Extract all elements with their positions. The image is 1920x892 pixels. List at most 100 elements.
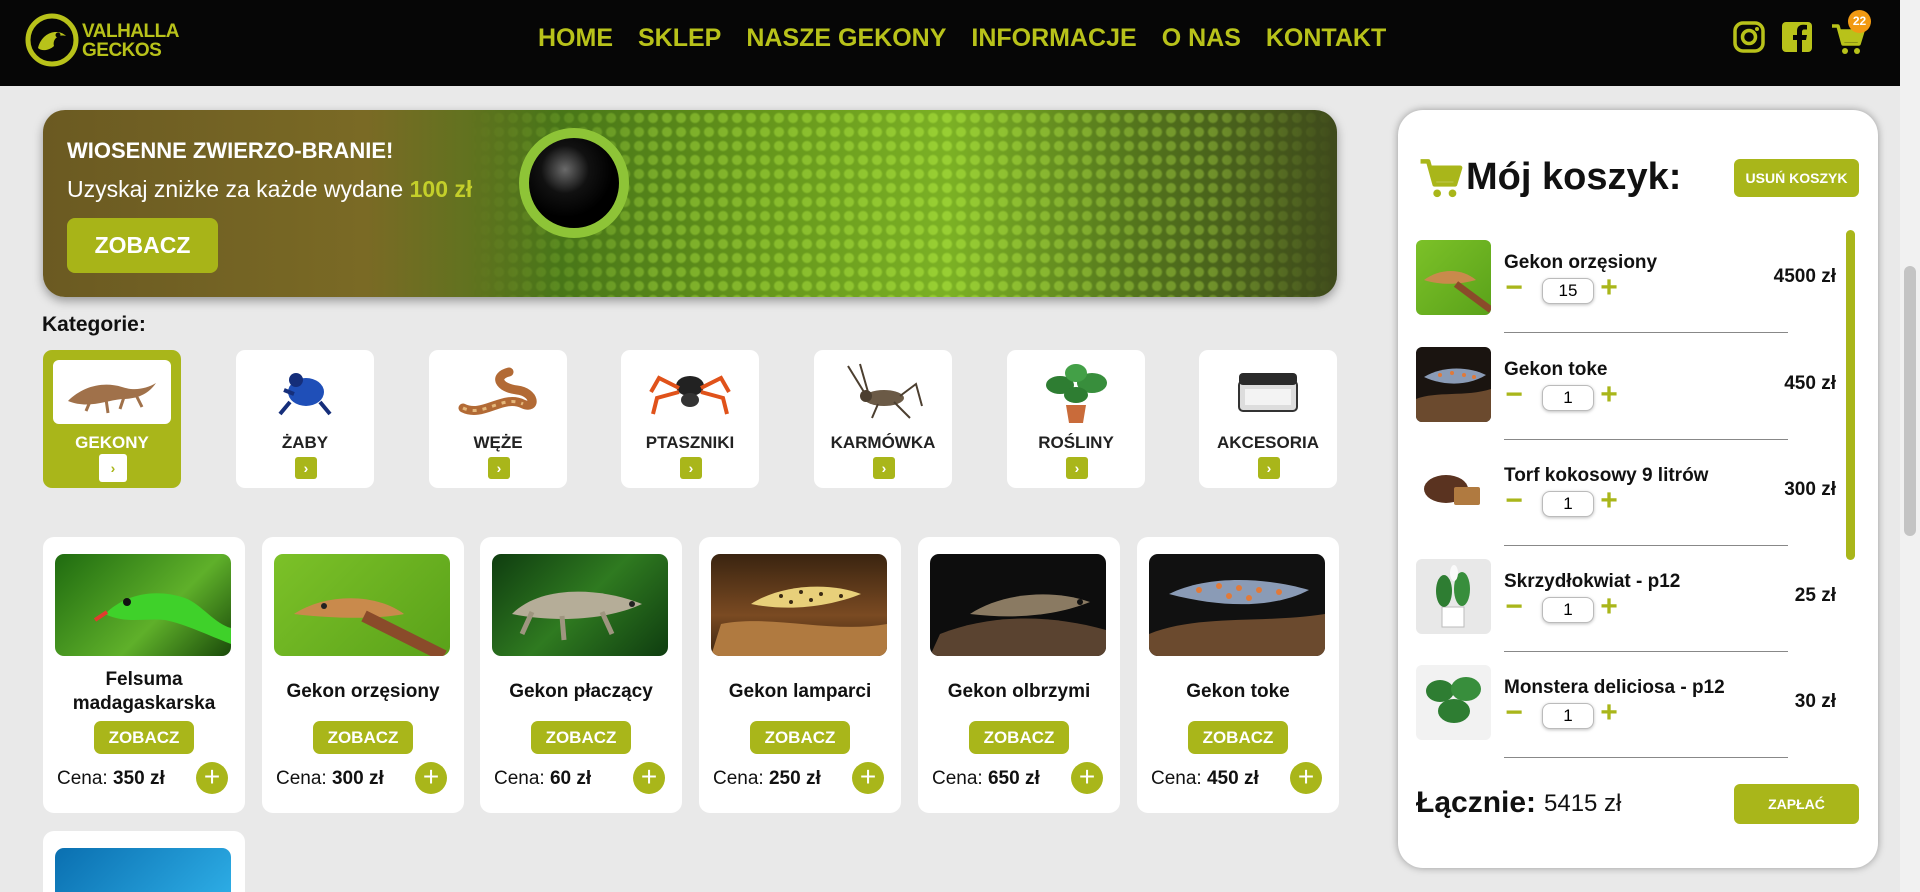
product-card: Gekon olbrzymi ZOBACZ Cena: 650 zł + xyxy=(918,537,1120,813)
clear-cart-button[interactable]: USUŃ KOSZYK xyxy=(1734,159,1859,197)
tarantula-thumbnail xyxy=(631,360,749,424)
cart-item-image xyxy=(1416,665,1491,740)
top-navbar: VALHALLA GECKOS HOME SKLEP NASZE GEKONY … xyxy=(0,0,1900,86)
quantity-input[interactable] xyxy=(1542,597,1594,623)
increase-qty-icon[interactable]: + xyxy=(1596,273,1622,303)
nav-informacje[interactable]: INFORMACJE xyxy=(971,24,1136,53)
pay-button[interactable]: ZAPŁAĆ xyxy=(1734,784,1859,824)
chevron-right-icon[interactable]: › xyxy=(99,454,127,482)
zobacz-button[interactable]: ZOBACZ xyxy=(969,721,1069,754)
cart-item: Gekon orzęsiony − + 4500 zł xyxy=(1416,240,1836,346)
divider xyxy=(1504,651,1788,652)
nav-o-nas[interactable]: O NAS xyxy=(1162,24,1241,53)
terrarium-thumbnail xyxy=(1209,360,1327,424)
add-to-cart-icon[interactable]: + xyxy=(1071,762,1103,794)
add-to-cart-icon[interactable]: + xyxy=(415,762,447,794)
product-image[interactable] xyxy=(492,554,668,656)
product-price: Cena: 350 zł xyxy=(57,768,165,789)
quantity-input[interactable] xyxy=(1542,385,1594,411)
increase-qty-icon[interactable]: + xyxy=(1596,486,1622,516)
product-image[interactable] xyxy=(274,554,450,656)
category-rosliny[interactable]: ROŚLINY › xyxy=(1007,350,1145,488)
product-card: Gekon toke ZOBACZ Cena: 450 zł + xyxy=(1137,537,1339,813)
chevron-right-icon[interactable]: › xyxy=(1258,457,1280,479)
zobacz-button[interactable]: ZOBACZ xyxy=(94,721,194,754)
product-image[interactable] xyxy=(711,554,887,656)
cart-item-image xyxy=(1416,240,1491,315)
cricket-thumbnail xyxy=(824,360,942,424)
cart-item-image xyxy=(1416,347,1491,422)
category-karmowka[interactable]: KARMÓWKA › xyxy=(814,350,952,488)
cart-item-price: 450 zł xyxy=(1784,373,1836,394)
product-image[interactable] xyxy=(1149,554,1325,656)
add-to-cart-icon[interactable]: + xyxy=(196,762,228,794)
category-weze[interactable]: WĘŻE › xyxy=(429,350,567,488)
zobacz-button[interactable]: ZOBACZ xyxy=(750,721,850,754)
quantity-input[interactable] xyxy=(1542,491,1594,517)
zobacz-button[interactable]: ZOBACZ xyxy=(313,721,413,754)
decrease-qty-icon[interactable]: − xyxy=(1501,592,1527,622)
increase-qty-icon[interactable]: + xyxy=(1596,698,1622,728)
category-ptaszniki[interactable]: PTASZNIKI › xyxy=(621,350,759,488)
decrease-qty-icon[interactable]: − xyxy=(1501,486,1527,516)
product-card: Gekon orzęsiony ZOBACZ Cena: 300 zł + xyxy=(262,537,464,813)
total-label: Łącznie: xyxy=(1416,786,1537,819)
banner-subtext: Uzyskaj zniżke za każde wydane 100 zł xyxy=(67,176,473,202)
gecko-thumbnail xyxy=(53,360,171,424)
category-akcesoria[interactable]: AKCESORIA › xyxy=(1199,350,1337,488)
main-nav: HOME SKLEP NASZE GEKONY INFORMACJE O NAS… xyxy=(538,24,1411,53)
cart-item-image xyxy=(1416,559,1491,634)
nav-kontakt[interactable]: KONTAKT xyxy=(1266,24,1386,53)
decrease-qty-icon[interactable]: − xyxy=(1501,273,1527,303)
chevron-right-icon[interactable]: › xyxy=(873,457,895,479)
facebook-icon[interactable] xyxy=(1781,20,1813,54)
logo[interactable]: VALHALLA GECKOS xyxy=(24,10,179,74)
divider xyxy=(1504,332,1788,333)
nav-nasze-gekony[interactable]: NASZE GEKONY xyxy=(746,24,946,53)
decrease-qty-icon[interactable]: − xyxy=(1501,380,1527,410)
cart-item-price: 30 zł xyxy=(1794,691,1836,712)
product-image[interactable] xyxy=(930,554,1106,656)
add-to-cart-icon[interactable]: + xyxy=(852,762,884,794)
divider xyxy=(1504,757,1788,758)
chevron-right-icon[interactable]: › xyxy=(680,457,702,479)
cart-scrollbar[interactable] xyxy=(1846,230,1855,560)
frog-thumbnail xyxy=(246,360,364,424)
product-price: Cena: 650 zł xyxy=(932,768,1040,789)
promo-banner: WIOSENNE ZWIERZO-BRANIE! Uzyskaj zniżke … xyxy=(43,110,1337,297)
cart-icon xyxy=(1420,159,1463,198)
quantity-input[interactable] xyxy=(1542,278,1594,304)
category-gekony[interactable]: GEKONY › xyxy=(43,350,181,488)
cart-item-image xyxy=(1416,453,1491,528)
quantity-input[interactable] xyxy=(1542,703,1594,729)
plant-thumbnail xyxy=(1017,360,1135,424)
cart-item-price: 25 zł xyxy=(1794,585,1836,606)
add-to-cart-icon[interactable]: + xyxy=(1290,762,1322,794)
increase-qty-icon[interactable]: + xyxy=(1596,592,1622,622)
categories-heading: Kategorie: xyxy=(42,313,146,336)
divider xyxy=(1504,439,1788,440)
product-card xyxy=(43,831,245,892)
zobacz-button[interactable]: ZOBACZ xyxy=(531,721,631,754)
chevron-right-icon[interactable]: › xyxy=(488,457,510,479)
nav-home[interactable]: HOME xyxy=(538,24,613,53)
logo-text: VALHALLA GECKOS xyxy=(82,21,179,61)
add-to-cart-icon[interactable]: + xyxy=(633,762,665,794)
chevron-right-icon[interactable]: › xyxy=(1066,457,1088,479)
product-card: Gekon płaczący ZOBACZ Cena: 60 zł + xyxy=(480,537,682,813)
zobacz-button[interactable]: ZOBACZ xyxy=(1188,721,1288,754)
cart-panel: Mój koszyk: USUŃ KOSZYK Gekon orzęsiony … xyxy=(1398,110,1878,868)
banner-zobacz-button[interactable]: ZOBACZ xyxy=(67,218,218,273)
cart-item-price: 4500 zł xyxy=(1773,266,1836,287)
product-price: Cena: 250 zł xyxy=(713,768,821,789)
chevron-right-icon[interactable]: › xyxy=(295,457,317,479)
increase-qty-icon[interactable]: + xyxy=(1596,380,1622,410)
page-scrollbar-thumb[interactable] xyxy=(1904,266,1916,536)
decrease-qty-icon[interactable]: − xyxy=(1501,698,1527,728)
instagram-icon[interactable] xyxy=(1732,20,1766,54)
product-image[interactable] xyxy=(55,554,231,656)
product-image[interactable] xyxy=(55,848,231,892)
page-scrollbar[interactable] xyxy=(1900,0,1920,892)
category-zaby[interactable]: ŻABY › xyxy=(236,350,374,488)
nav-sklep[interactable]: SKLEP xyxy=(638,24,721,53)
